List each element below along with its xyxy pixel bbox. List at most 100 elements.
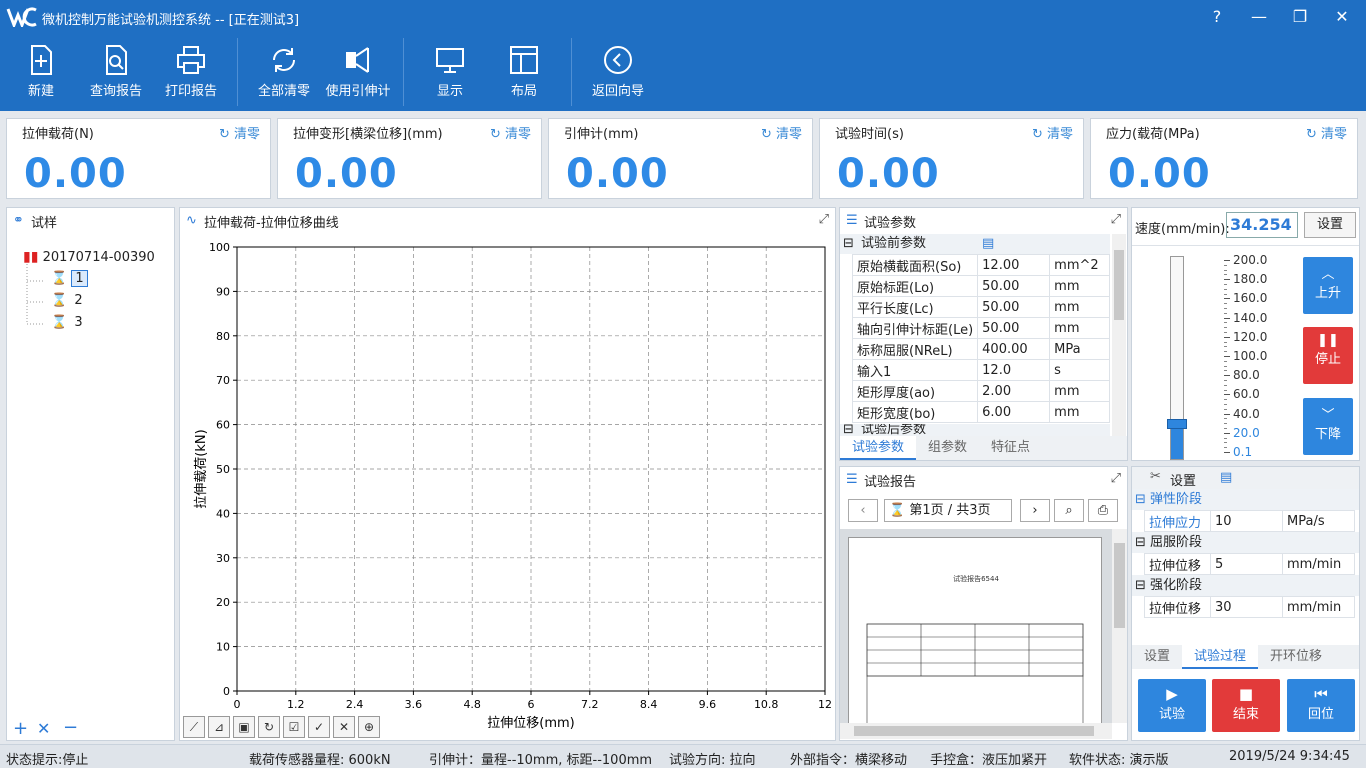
param-row[interactable]: 平行长度(Lc) 50.00 mm — [851, 296, 1110, 318]
report-scrollbar-v[interactable] — [1112, 529, 1127, 723]
tree-root[interactable]: ▮▮ 20170714-00390 — [23, 249, 155, 265]
process-group[interactable]: ⊟ 强化阶段 — [1132, 575, 1359, 596]
stop-button[interactable]: ❚❚ 停止 — [1303, 327, 1353, 384]
prev-page-button[interactable]: ‹ — [848, 499, 878, 522]
clear-load-button[interactable]: ↻ 清零 — [219, 123, 260, 142]
help-icon[interactable]: ? — [1204, 6, 1230, 28]
toolbar-separator — [571, 38, 572, 106]
back-arrow-icon — [604, 46, 632, 74]
maximize-icon[interactable]: ⤢ — [1111, 471, 1121, 486]
scale-label: 80.0 — [1233, 368, 1260, 383]
new-button[interactable]: 新建 — [18, 42, 64, 106]
print-icon[interactable]: ⎙ — [1088, 499, 1118, 522]
tree-item[interactable]: ⌛ 3 — [51, 315, 86, 330]
chart-tool-save[interactable]: ▣ — [233, 716, 255, 738]
param-row[interactable]: 轴向引伸计标距(Le) 50.00 mm — [851, 317, 1110, 339]
delete-icon[interactable]: ✕ — [37, 719, 50, 738]
chart-tool-curve[interactable]: ⟋ — [183, 716, 205, 738]
minimize-icon[interactable]: — — [1246, 6, 1272, 28]
query-report-button[interactable]: 查询报告 — [86, 42, 146, 106]
process-row[interactable]: 拉伸位移 30 mm/min — [1144, 596, 1355, 618]
process-group[interactable]: ⊟ 屈服阶段 — [1132, 532, 1359, 553]
clear-deformation-button[interactable]: ↻ 清零 — [490, 123, 531, 142]
process-list: ⊟ 弹性阶段 拉伸应力 10 MPa/s ⊟ 屈服阶段 拉伸位移 5 mm/min ⊟ … — [1132, 489, 1359, 618]
tab-feature-points[interactable]: 特征点 — [979, 436, 1042, 460]
back-wizard-button[interactable]: 返回向导 — [588, 42, 648, 106]
readout-stress: 应力(载荷(MPa) ↻ 清零 0.00 — [1090, 118, 1358, 199]
process-settings[interactable]: 设置 — [1170, 470, 1196, 489]
chevron-up-icon: ︿ — [1321, 267, 1335, 282]
param-group-pre[interactable]: ⊟ 试验前参数 ▤ — [840, 234, 1110, 254]
scale-label: 200.0 — [1233, 253, 1268, 267]
tab-test-process[interactable]: 试验过程 — [1182, 645, 1259, 669]
chevron-down-icon: ﹀ — [1321, 408, 1335, 423]
return-button[interactable]: ⏮ 回位 — [1287, 679, 1355, 732]
y-tick-label: 80 — [216, 330, 230, 343]
process-group[interactable]: ⊟ 弹性阶段 — [1132, 489, 1359, 510]
x-tick-label: 1.2 — [287, 698, 305, 711]
chart-tool-cancel[interactable]: ✕ — [333, 716, 355, 738]
speed-input[interactable]: 34.254 — [1226, 212, 1298, 238]
load-displacement-chart[interactable]: 0 1.2 2.4 3.6 4.8 6 7.2 8.4 9.6 10.8 12 0 10 20 30 40 50… — [180, 208, 835, 740]
tab-open-loop[interactable]: 开环位移 — [1258, 645, 1334, 669]
page-indicator[interactable]: ⌛ 第1页 / 共3页 — [884, 499, 1012, 522]
chart-tool-check[interactable]: ☑ — [283, 716, 305, 738]
param-row[interactable]: 矩形宽度(bo) 6.00 mm — [851, 401, 1110, 423]
status-handbox: 手控盒：液压加紧开 — [930, 753, 1048, 768]
clear-extensometer-button[interactable]: ↻ 清零 — [761, 123, 802, 142]
refresh-icon — [273, 48, 295, 72]
minus-icon[interactable]: − — [63, 717, 78, 738]
display-button[interactable]: 显示 — [426, 42, 474, 106]
speed-slider-handle[interactable] — [1167, 419, 1187, 429]
chart-tool-locate[interactable]: ⊕ — [358, 716, 380, 738]
scale-minor-tick — [1224, 351, 1227, 353]
use-extensometer-button[interactable]: 使用引伸计 — [322, 42, 394, 106]
param-row[interactable]: 矩形厚度(ao) 2.00 mm — [851, 380, 1110, 402]
print-report-button[interactable]: 打印报告 — [161, 42, 221, 106]
zoom-icon[interactable]: ⌕ — [1054, 499, 1084, 522]
close-icon[interactable]: ✕ — [1329, 6, 1355, 28]
chart-tool-axis[interactable]: ⊿ — [208, 716, 230, 738]
test-button[interactable]: ▶ 试验 — [1138, 679, 1206, 732]
next-page-button[interactable]: › — [1020, 499, 1050, 522]
param-group-post[interactable]: ⊟ 试验后参数 — [840, 424, 1110, 436]
table-icon: ▤ — [982, 236, 995, 251]
up-button[interactable]: ︿ 上升 — [1303, 257, 1353, 314]
sample-panel-header: ⚭ 试样 — [13, 213, 58, 231]
scale-tick — [1224, 279, 1230, 281]
tree-item[interactable]: ⌛ 1 — [51, 270, 88, 287]
param-row[interactable]: 输入1 12.0 s — [851, 359, 1110, 381]
param-row[interactable]: 原始横截面积(So) 12.00 mm^2 — [851, 254, 1110, 276]
tree-item[interactable]: ⌛ 2 — [51, 293, 86, 308]
clear-time-button[interactable]: ↻ 清零 — [1032, 123, 1073, 142]
process-row[interactable]: 拉伸应力 10 MPa/s — [1144, 510, 1355, 532]
chart-tool-ok[interactable]: ✓ — [308, 716, 330, 738]
x-tick-label: 2.4 — [346, 698, 364, 711]
clear-stress-button[interactable]: ↻ 清零 — [1306, 123, 1347, 142]
process-row[interactable]: 拉伸位移 5 mm/min — [1144, 553, 1355, 575]
add-icon[interactable]: + — [13, 718, 28, 739]
layout-button[interactable]: 布局 — [500, 42, 548, 106]
scale-minor-tick — [1224, 365, 1227, 367]
down-button[interactable]: ﹀ 下降 — [1303, 398, 1353, 455]
tab-test-params[interactable]: 试验参数 — [840, 436, 917, 460]
maximize-icon[interactable]: ⤢ — [1111, 212, 1121, 227]
params-scrollbar[interactable] — [1112, 234, 1126, 436]
scale-minor-tick — [1224, 332, 1227, 333]
speed-set-button[interactable]: 设置 — [1304, 212, 1356, 238]
clear-all-button[interactable]: 全部清零 — [254, 42, 314, 106]
scale-tick — [1224, 260, 1230, 261]
scale-label: 180.0 — [1233, 272, 1268, 287]
tab-settings[interactable]: 设置 — [1132, 645, 1182, 669]
param-row[interactable]: 标称屈服(NReL) 400.00 MPa — [851, 338, 1110, 360]
chart-tool-refresh[interactable]: ↻ — [258, 716, 280, 738]
restore-icon[interactable]: ❐ — [1287, 6, 1313, 28]
param-row[interactable]: 原始标距(Lo) 50.00 mm — [851, 275, 1110, 297]
refresh-icon: ↻ — [1031, 127, 1047, 142]
tab-group-params[interactable]: 组参数 — [916, 436, 979, 460]
report-preview[interactable]: 试验报告6544 — [840, 529, 1112, 723]
end-button[interactable]: ■ 结束 — [1212, 679, 1280, 732]
status-sensor: 载荷传感器量程: 600kN — [249, 753, 391, 768]
status-time: 2019/5/24 9:34:45 — [1229, 749, 1350, 764]
report-scrollbar-h[interactable] — [840, 723, 1112, 739]
